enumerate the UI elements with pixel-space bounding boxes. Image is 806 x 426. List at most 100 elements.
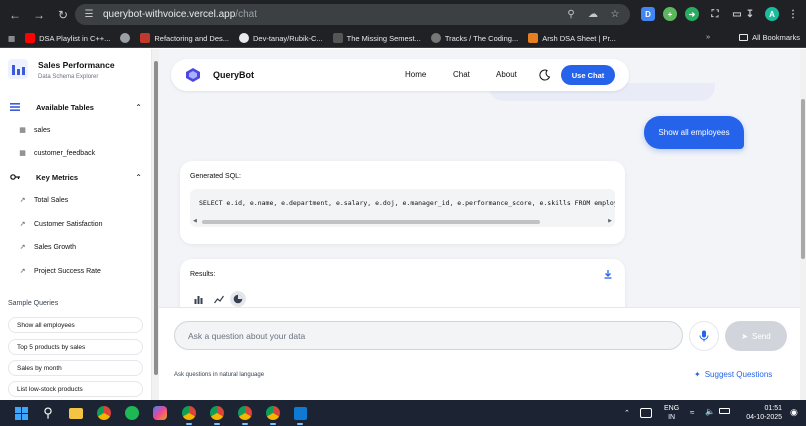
back-icon[interactable]: ← (6, 6, 24, 24)
folder-icon (739, 34, 749, 41)
missing-semester-icon (332, 33, 343, 43)
brand-name[interactable]: QueryBot (213, 70, 254, 80)
reload-icon[interactable]: ↻ (54, 6, 72, 24)
sidebar-scrollbar[interactable] (152, 49, 159, 400)
bookmark-item[interactable]: The Missing Semest... (332, 33, 421, 43)
scroll-left-icon[interactable]: ◀ (193, 218, 197, 224)
key-metrics-toggle[interactable]: Key Metrics ⌃ (8, 170, 142, 184)
bar-chart-icon (194, 295, 202, 304)
send-button[interactable]: ➤ Send (725, 321, 787, 351)
scroll-right-icon[interactable]: ▶ (608, 218, 612, 224)
chrome-profile-icon[interactable] (208, 404, 226, 425)
profile-avatar[interactable]: A (765, 7, 779, 21)
file-explorer-icon[interactable] (67, 404, 85, 422)
bookmark-item[interactable] (120, 33, 131, 43)
nav-link-home[interactable]: Home (405, 70, 426, 79)
bookmark-item[interactable]: Refactoring and Des... (140, 33, 229, 43)
windows-start-icon[interactable] (12, 404, 30, 422)
extension-arrow-icon[interactable]: ➜ (685, 7, 699, 21)
pie-chart-view-button[interactable] (230, 291, 246, 307)
sql-scroll-thumb[interactable] (202, 220, 540, 224)
results-label: Results: (190, 271, 216, 278)
use-chat-button[interactable]: Use Chat (561, 65, 615, 85)
system-tray: ⌃ (620, 400, 652, 426)
wifi-icon[interactable]: ≈ (690, 408, 694, 417)
search-icon[interactable]: ⚲ (39, 404, 57, 422)
globe-icon (120, 33, 131, 43)
sql-card: Generated SQL: SELECT e.id, e.name, e.de… (180, 161, 625, 244)
voice-input-button[interactable] (689, 321, 719, 351)
metric-item[interactable]: ↗ Customer Satisfaction (18, 218, 103, 230)
bookmark-item[interactable]: DSA Playlist in C++... (25, 33, 110, 43)
sample-query-chip[interactable]: Top 5 products by sales (8, 339, 143, 355)
forward-icon[interactable]: → (30, 6, 48, 24)
chat-main: QueryBot Home Chat About Use Chat Show a… (159, 49, 800, 400)
moon-icon[interactable] (539, 69, 551, 81)
extension-plus-icon[interactable]: + (663, 7, 677, 21)
youtube-icon (25, 33, 36, 43)
copilot-icon[interactable] (151, 404, 169, 422)
metric-item[interactable]: ↗ Total Sales (18, 194, 69, 206)
bookmark-item[interactable]: Tracks / The Coding... (430, 33, 518, 43)
table-icon: ▦ (19, 150, 26, 157)
tray-app-icon[interactable] (639, 408, 652, 418)
more-bookmarks-icon[interactable]: » (706, 32, 710, 41)
extension-d-icon[interactable]: D (641, 7, 655, 21)
main-scrollbar[interactable] (800, 49, 806, 400)
url-host: querybot-withvoice.vercel.app (103, 9, 236, 20)
metric-item[interactable]: ↗ Project Success Rate (18, 265, 101, 277)
nav-link-chat[interactable]: Chat (453, 70, 470, 79)
ask-question-input[interactable] (174, 321, 683, 350)
trend-icon: ↗ (19, 244, 26, 251)
bookmark-star-icon[interactable]: ☆ (608, 7, 622, 21)
line-chart-view-button[interactable] (211, 291, 227, 307)
key-icon (10, 174, 20, 180)
apps-grid-icon[interactable]: ▦ (8, 34, 15, 43)
sample-query-chip[interactable]: List low-stock products (8, 381, 143, 397)
sidepanel-icon[interactable]: ▭ (730, 7, 744, 21)
suggest-questions-button[interactable]: ✦ Suggest Questions (694, 370, 772, 379)
address-bar[interactable]: ☰ querybot-withvoice.vercel.app/chat ⚲ ☁… (75, 4, 630, 25)
chrome-profile-icon[interactable] (180, 404, 198, 425)
metric-item[interactable]: ↗ Sales Growth (18, 241, 76, 253)
github-icon (239, 33, 249, 43)
vscode-icon[interactable] (291, 404, 309, 425)
chrome-icon[interactable] (95, 404, 113, 422)
chrome-profile-icon[interactable] (236, 404, 254, 425)
nav-link-about[interactable]: About (496, 70, 517, 79)
language-indicator[interactable]: ENG IN (664, 404, 679, 422)
table-icon: ▦ (19, 127, 26, 134)
sample-query-chip[interactable]: Sales by month (8, 360, 143, 376)
download-icon[interactable]: ↧ (743, 7, 757, 21)
volume-icon[interactable]: 🔈 (705, 407, 715, 416)
site-info-icon[interactable]: ☰ (83, 9, 95, 21)
send-icon: ➤ (741, 331, 748, 341)
sample-query-chip[interactable]: Show all employees (8, 317, 143, 333)
bar-chart-icon (8, 59, 28, 79)
install-app-icon[interactable]: ☁ (586, 7, 600, 21)
spotify-icon[interactable] (123, 404, 141, 422)
battery-icon[interactable] (719, 408, 730, 414)
sidebar-scroll-thumb[interactable] (153, 61, 158, 375)
trend-icon: ↗ (19, 268, 26, 275)
clock[interactable]: 01:51 04-10-2025 (738, 404, 782, 422)
table-item-sales[interactable]: ▦ sales (18, 124, 50, 136)
chevron-up-icon[interactable]: ⌃ (624, 409, 630, 417)
all-bookmarks[interactable]: All Bookmarks (739, 33, 800, 42)
zoom-icon[interactable]: ⚲ (564, 7, 578, 21)
bar-chart-view-button[interactable] (190, 291, 206, 307)
download-icon[interactable] (603, 269, 613, 279)
chrome-profile-icon[interactable] (264, 404, 282, 425)
trend-icon: ↗ (19, 197, 26, 204)
notification-bell-icon[interactable]: ◉ (790, 407, 798, 418)
querybot-logo-icon[interactable] (185, 67, 201, 83)
bookmark-item[interactable]: Dev-tanay/Rubik-C... (239, 33, 323, 43)
table-item-customer-feedback[interactable]: ▦ customer_feedback (18, 147, 95, 159)
sparkle-icon: ✦ (694, 370, 701, 379)
main-scroll-thumb[interactable] (801, 99, 805, 259)
bookmark-item[interactable]: Arsh DSA Sheet | Pr... (528, 33, 616, 43)
available-tables-toggle[interactable]: Available Tables ⌃ (8, 100, 142, 114)
top-navbar: QueryBot Home Chat About Use Chat (171, 59, 629, 91)
menu-icon[interactable]: ⋮ (786, 7, 800, 21)
extensions-puzzle-icon[interactable]: ⛶ (708, 7, 722, 21)
